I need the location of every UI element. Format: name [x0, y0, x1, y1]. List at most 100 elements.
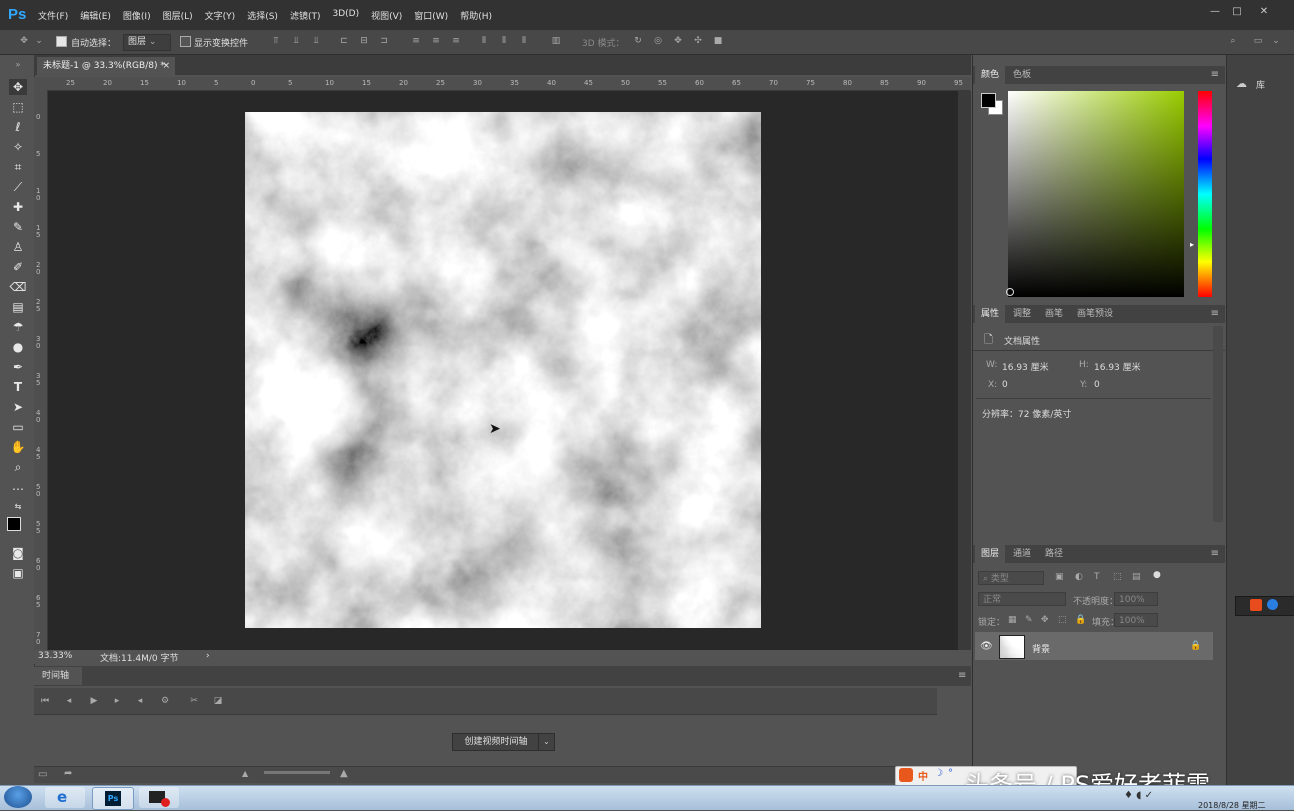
quick-mask-icon[interactable]: ◙ [9, 545, 27, 561]
color-picker-field[interactable] [1008, 91, 1184, 297]
timeline-zoom-slider[interactable] [264, 771, 330, 774]
properties-scrollbar[interactable] [1213, 326, 1223, 522]
transition-icon[interactable]: ◪ [211, 694, 225, 708]
lasso-tool-icon[interactable]: ℓ [9, 119, 27, 135]
align-left-icon[interactable]: ⊏ [338, 36, 350, 47]
marquee-tool-icon[interactable]: ⬚ [9, 99, 27, 115]
filter-type-icon[interactable]: T [1094, 572, 1100, 582]
brush-tool-icon[interactable]: ✎ [9, 219, 27, 235]
zoom-out-icon[interactable]: ▲ [242, 769, 248, 778]
horizontal-ruler[interactable]: 25 20 15 10 5 0 5 10 15 20 25 30 35 40 45 50 55 60 65 70 75 8… [48, 77, 970, 91]
first-frame-icon[interactable]: ⏮ [38, 694, 52, 708]
zoom-level[interactable]: 33.33% [38, 651, 72, 661]
close-window-button[interactable]: ✕ [1257, 6, 1271, 18]
taskbar-recorder[interactable] [139, 787, 179, 808]
vertical-scrollbar[interactable] [958, 91, 971, 650]
sogou-logo-icon[interactable] [1250, 599, 1262, 611]
more-tools-icon[interactable]: ⋯ [9, 481, 27, 497]
layer-name[interactable]: 背景 [1032, 642, 1050, 655]
align-vcenter-icon[interactable]: ⫫ [290, 36, 302, 47]
chevron-down-icon[interactable]: ⌄ [1270, 36, 1282, 47]
distribute-vcenter-icon[interactable]: ≡ [430, 36, 442, 47]
fill-input[interactable]: 100% [1114, 613, 1158, 627]
tab-paths[interactable]: 路径 [1039, 545, 1069, 563]
history-brush-tool-icon[interactable]: ✐ [9, 259, 27, 275]
align-right-icon[interactable]: ⊐ [378, 36, 390, 47]
filter-shape-icon[interactable]: ⬚ [1113, 572, 1122, 582]
menu-item-4[interactable]: 文字(Y) [205, 9, 236, 22]
hue-slider[interactable] [1198, 91, 1212, 297]
3d-roll-icon[interactable]: ◎ [652, 36, 664, 47]
chevron-down-icon[interactable]: ⌄ [33, 36, 45, 47]
lock-artboard-icon[interactable]: ⬚ [1058, 615, 1067, 625]
visibility-eye-icon[interactable]: 👁 [980, 641, 993, 652]
y-value[interactable]: 0 [1094, 380, 1100, 390]
align-bottom-icon[interactable]: ⫫ [310, 36, 322, 47]
distribute-right-icon[interactable]: ⫴ [518, 36, 530, 47]
clone-stamp-tool-icon[interactable]: ♙ [9, 239, 27, 255]
align-hcenter-icon[interactable]: ⊟ [358, 36, 370, 47]
minimize-button[interactable]: — [1208, 6, 1222, 18]
sogou-ime-icon[interactable] [899, 768, 913, 782]
color-panel-menu-icon[interactable]: ≡ [1211, 69, 1219, 80]
half-width-moon-icon[interactable]: ☽ [934, 768, 943, 779]
auto-select-dropdown[interactable]: 图层 ⌄ [123, 34, 171, 51]
blend-mode-select[interactable]: 正常 [978, 592, 1066, 606]
create-video-timeline-button[interactable]: 创建视频时间轴 [452, 733, 540, 751]
auto-align-icon[interactable]: ▥ [550, 36, 562, 47]
collapse-toolbox-icon[interactable]: » [9, 57, 27, 73]
menu-item-0[interactable]: 文件(F) [38, 9, 68, 22]
crop-tool-icon[interactable]: ⌗ [9, 159, 27, 175]
lock-all-icon[interactable]: 🔒 [1075, 615, 1086, 625]
eyedropper-tool-icon[interactable]: ⟋ [9, 179, 27, 195]
distribute-top-icon[interactable]: ≡ [410, 36, 422, 47]
3d-camera-icon[interactable]: ■ [712, 36, 724, 47]
menu-item-6[interactable]: 滤镜(T) [290, 9, 321, 22]
distribute-hcenter-icon[interactable]: ⫴ [498, 36, 510, 47]
3d-slide-icon[interactable]: ✣ [692, 36, 704, 47]
filter-smart-object-icon[interactable]: ▤ [1132, 572, 1141, 582]
swap-colors-icon[interactable]: ⇆ [9, 499, 27, 515]
eraser-tool-icon[interactable]: ⌫ [9, 279, 27, 295]
libraries-label[interactable]: 库 [1256, 78, 1265, 91]
tab-swatches[interactable]: 色板 [1007, 66, 1037, 84]
properties-panel-menu-icon[interactable]: ≡ [1211, 308, 1219, 319]
next-frame-icon[interactable]: ▸ [110, 694, 124, 708]
close-tab-icon[interactable]: × [162, 57, 170, 75]
status-menu-arrow[interactable]: › [206, 651, 210, 661]
menu-item-2[interactable]: 图像(I) [123, 9, 151, 22]
menu-item-5[interactable]: 选择(S) [247, 9, 278, 22]
height-value[interactable]: 16.93 厘米 [1094, 360, 1141, 373]
color-picker-cursor[interactable] [1006, 288, 1014, 296]
previous-frame-icon[interactable]: ◂ [62, 694, 76, 708]
filter-pixel-icon[interactable]: ▣ [1055, 572, 1064, 582]
move-tool-preset-icon[interactable]: ✥ [18, 36, 30, 47]
document-tab[interactable]: 未标题-1 @ 33.3%(RGB/8) * × [37, 57, 175, 75]
tray-icons[interactable]: ♦ ◖ ✓ [1124, 790, 1153, 801]
filter-adjustment-icon[interactable]: ◐ [1075, 572, 1083, 582]
rectangle-tool-icon[interactable]: ▭ [9, 419, 27, 435]
punctuation-icon[interactable]: ° [948, 768, 953, 779]
tab-adjustments[interactable]: 调整 [1007, 305, 1037, 323]
taskbar-photoshop[interactable]: Ps [92, 787, 134, 810]
align-top-icon[interactable]: ⫪ [270, 36, 282, 47]
taskbar-internet-explorer[interactable]: e [45, 787, 85, 808]
opacity-input[interactable]: 100% [1114, 592, 1158, 606]
lock-image-icon[interactable]: ✎ [1025, 615, 1033, 625]
zoom-tool-icon[interactable]: ⌕ [9, 459, 27, 475]
pen-tool-icon[interactable]: ✒ [9, 359, 27, 375]
lock-position-icon[interactable]: ✥ [1041, 615, 1049, 625]
timeline-mode-dropdown[interactable]: ⌄ [538, 733, 555, 751]
magic-wand-tool-icon[interactable]: ✧ [9, 139, 27, 155]
blur-tool-icon[interactable]: ☂ [9, 319, 27, 335]
libraries-icon[interactable]: ☁ [1236, 77, 1247, 90]
menu-item-3[interactable]: 图层(L) [163, 9, 193, 22]
healing-brush-tool-icon[interactable]: ✚ [9, 199, 27, 215]
auto-select-checkbox[interactable] [56, 36, 67, 47]
layer-filter-input[interactable]: ⌕ 类型 [978, 571, 1044, 585]
search-icon[interactable]: ⌕ [1227, 36, 1239, 47]
tab-color[interactable]: 颜色 [975, 66, 1006, 84]
audio-icon[interactable]: ◂ [133, 694, 147, 708]
show-transform-checkbox[interactable] [180, 36, 191, 47]
maximize-button[interactable]: □ [1230, 6, 1244, 18]
